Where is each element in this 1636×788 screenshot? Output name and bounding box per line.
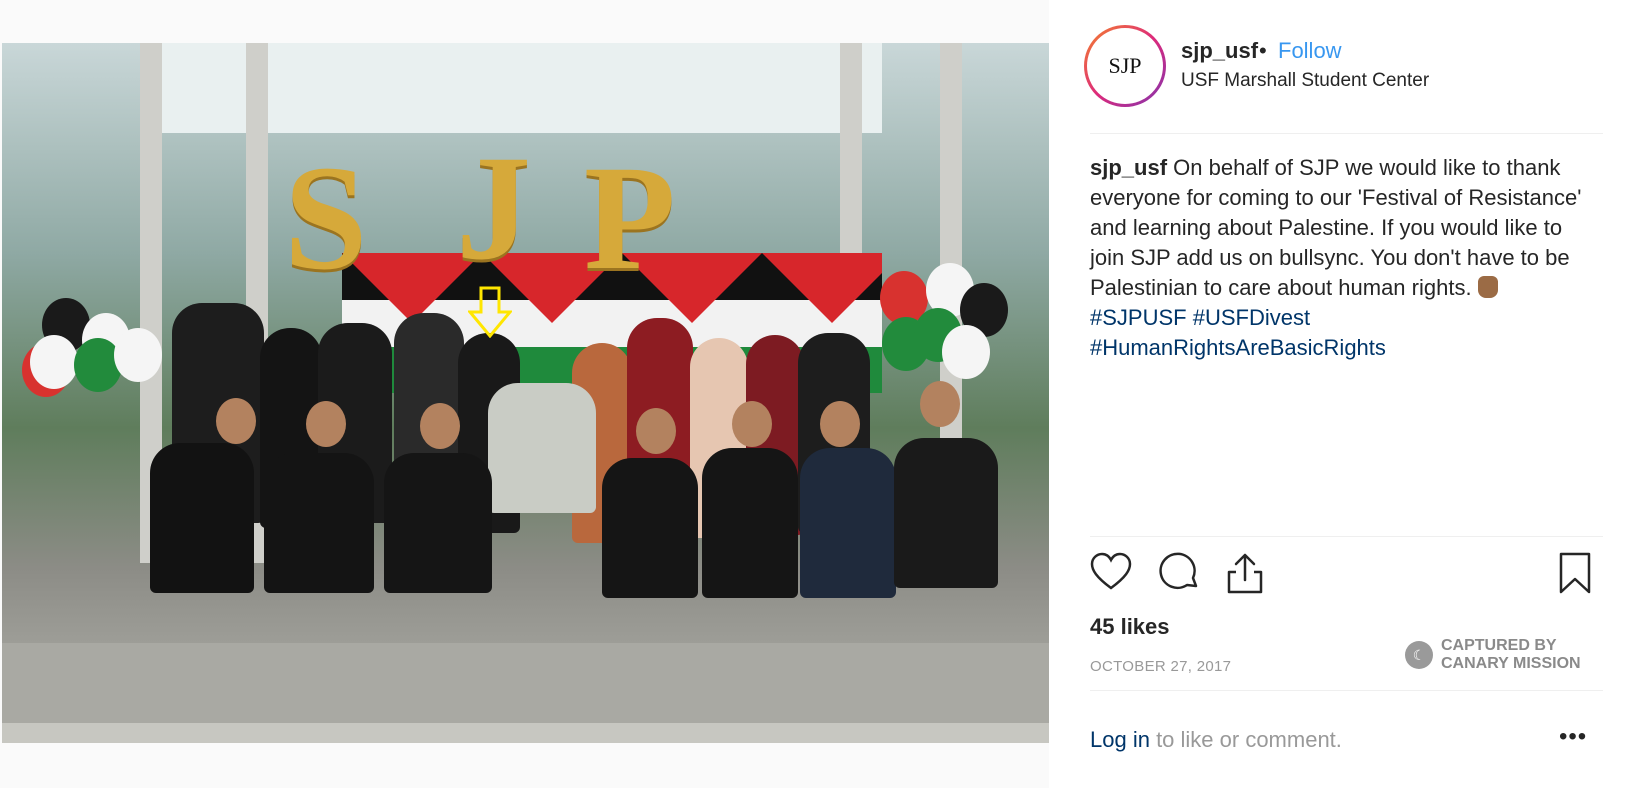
- person: [150, 443, 254, 593]
- post-date[interactable]: OCTOBER 27, 2017: [1090, 658, 1231, 675]
- likes-count[interactable]: 45 likes: [1090, 614, 1170, 640]
- person-head: [732, 401, 772, 447]
- person-head: [820, 401, 860, 447]
- person: [384, 453, 492, 593]
- person: [800, 448, 896, 598]
- person: [488, 383, 596, 513]
- hashtag-link[interactable]: #USFDivest: [1193, 305, 1310, 330]
- balloon: [30, 335, 78, 389]
- person-head: [420, 403, 460, 449]
- person: [702, 448, 798, 598]
- arrow-down-icon: [468, 286, 512, 338]
- avatar-logo-text: SJP: [1108, 53, 1142, 78]
- watermark-line: CANARY MISSION: [1441, 655, 1581, 672]
- concrete-floor: [2, 723, 1049, 743]
- heart-icon[interactable]: [1090, 552, 1132, 594]
- post-location[interactable]: USF Marshall Student Center: [1181, 70, 1429, 92]
- caption-username[interactable]: sjp_usf: [1090, 155, 1167, 180]
- person: [602, 458, 698, 598]
- follow-button[interactable]: Follow: [1278, 38, 1342, 64]
- person: [264, 453, 374, 593]
- post-sidebar: SJP sjp_usf • Follow USF Marshall Studen…: [1049, 0, 1636, 788]
- comment-icon[interactable]: [1159, 552, 1201, 594]
- post-caption: sjp_usf On behalf of SJP we would like t…: [1090, 153, 1590, 363]
- login-prompt-text: to like or comment.: [1149, 727, 1342, 752]
- balloon: [942, 325, 990, 379]
- more-options-button[interactable]: •••: [1559, 723, 1587, 751]
- share-icon[interactable]: [1224, 552, 1266, 594]
- person-head: [216, 398, 256, 444]
- canary-logo-icon: ☾: [1405, 641, 1433, 669]
- balloon-letter: S: [284, 135, 368, 301]
- person-head: [636, 408, 676, 454]
- balloon: [114, 328, 162, 382]
- header-divider: [1090, 133, 1603, 134]
- avatar-image: SJP: [1087, 28, 1163, 104]
- watermark-line: CAPTURED BY: [1441, 637, 1557, 654]
- balloon-letter: P: [584, 135, 676, 301]
- actions-divider: [1090, 536, 1603, 537]
- person: [894, 438, 998, 588]
- post-actions: [1090, 552, 1603, 594]
- watermark-text: CAPTURED BY CANARY MISSION: [1441, 637, 1581, 673]
- balloon-letter: J: [456, 125, 531, 291]
- login-link[interactable]: Log in: [1090, 727, 1150, 752]
- post-username[interactable]: sjp_usf: [1181, 38, 1258, 64]
- person-head: [306, 401, 346, 447]
- instagram-post-page: S J P SJP sjp_usf • Follow USF Marshall …: [0, 0, 1636, 788]
- profile-avatar[interactable]: SJP: [1084, 25, 1166, 107]
- bookmark-icon[interactable]: [1554, 552, 1596, 594]
- hashtag-link[interactable]: #SJPUSF: [1090, 305, 1187, 330]
- post-photo[interactable]: S J P: [2, 43, 1049, 743]
- hashtag-link[interactable]: #HumanRightsAreBasicRights: [1090, 335, 1386, 360]
- footer-divider: [1090, 690, 1603, 691]
- person-head: [920, 381, 960, 427]
- login-prompt: Log in to like or comment.: [1090, 727, 1342, 753]
- header-separator: •: [1259, 38, 1267, 63]
- canary-mission-watermark: ☾ CAPTURED BY CANARY MISSION: [1405, 637, 1581, 673]
- raised-fist-emoji-icon: [1477, 276, 1498, 298]
- photo-sky: [162, 43, 882, 133]
